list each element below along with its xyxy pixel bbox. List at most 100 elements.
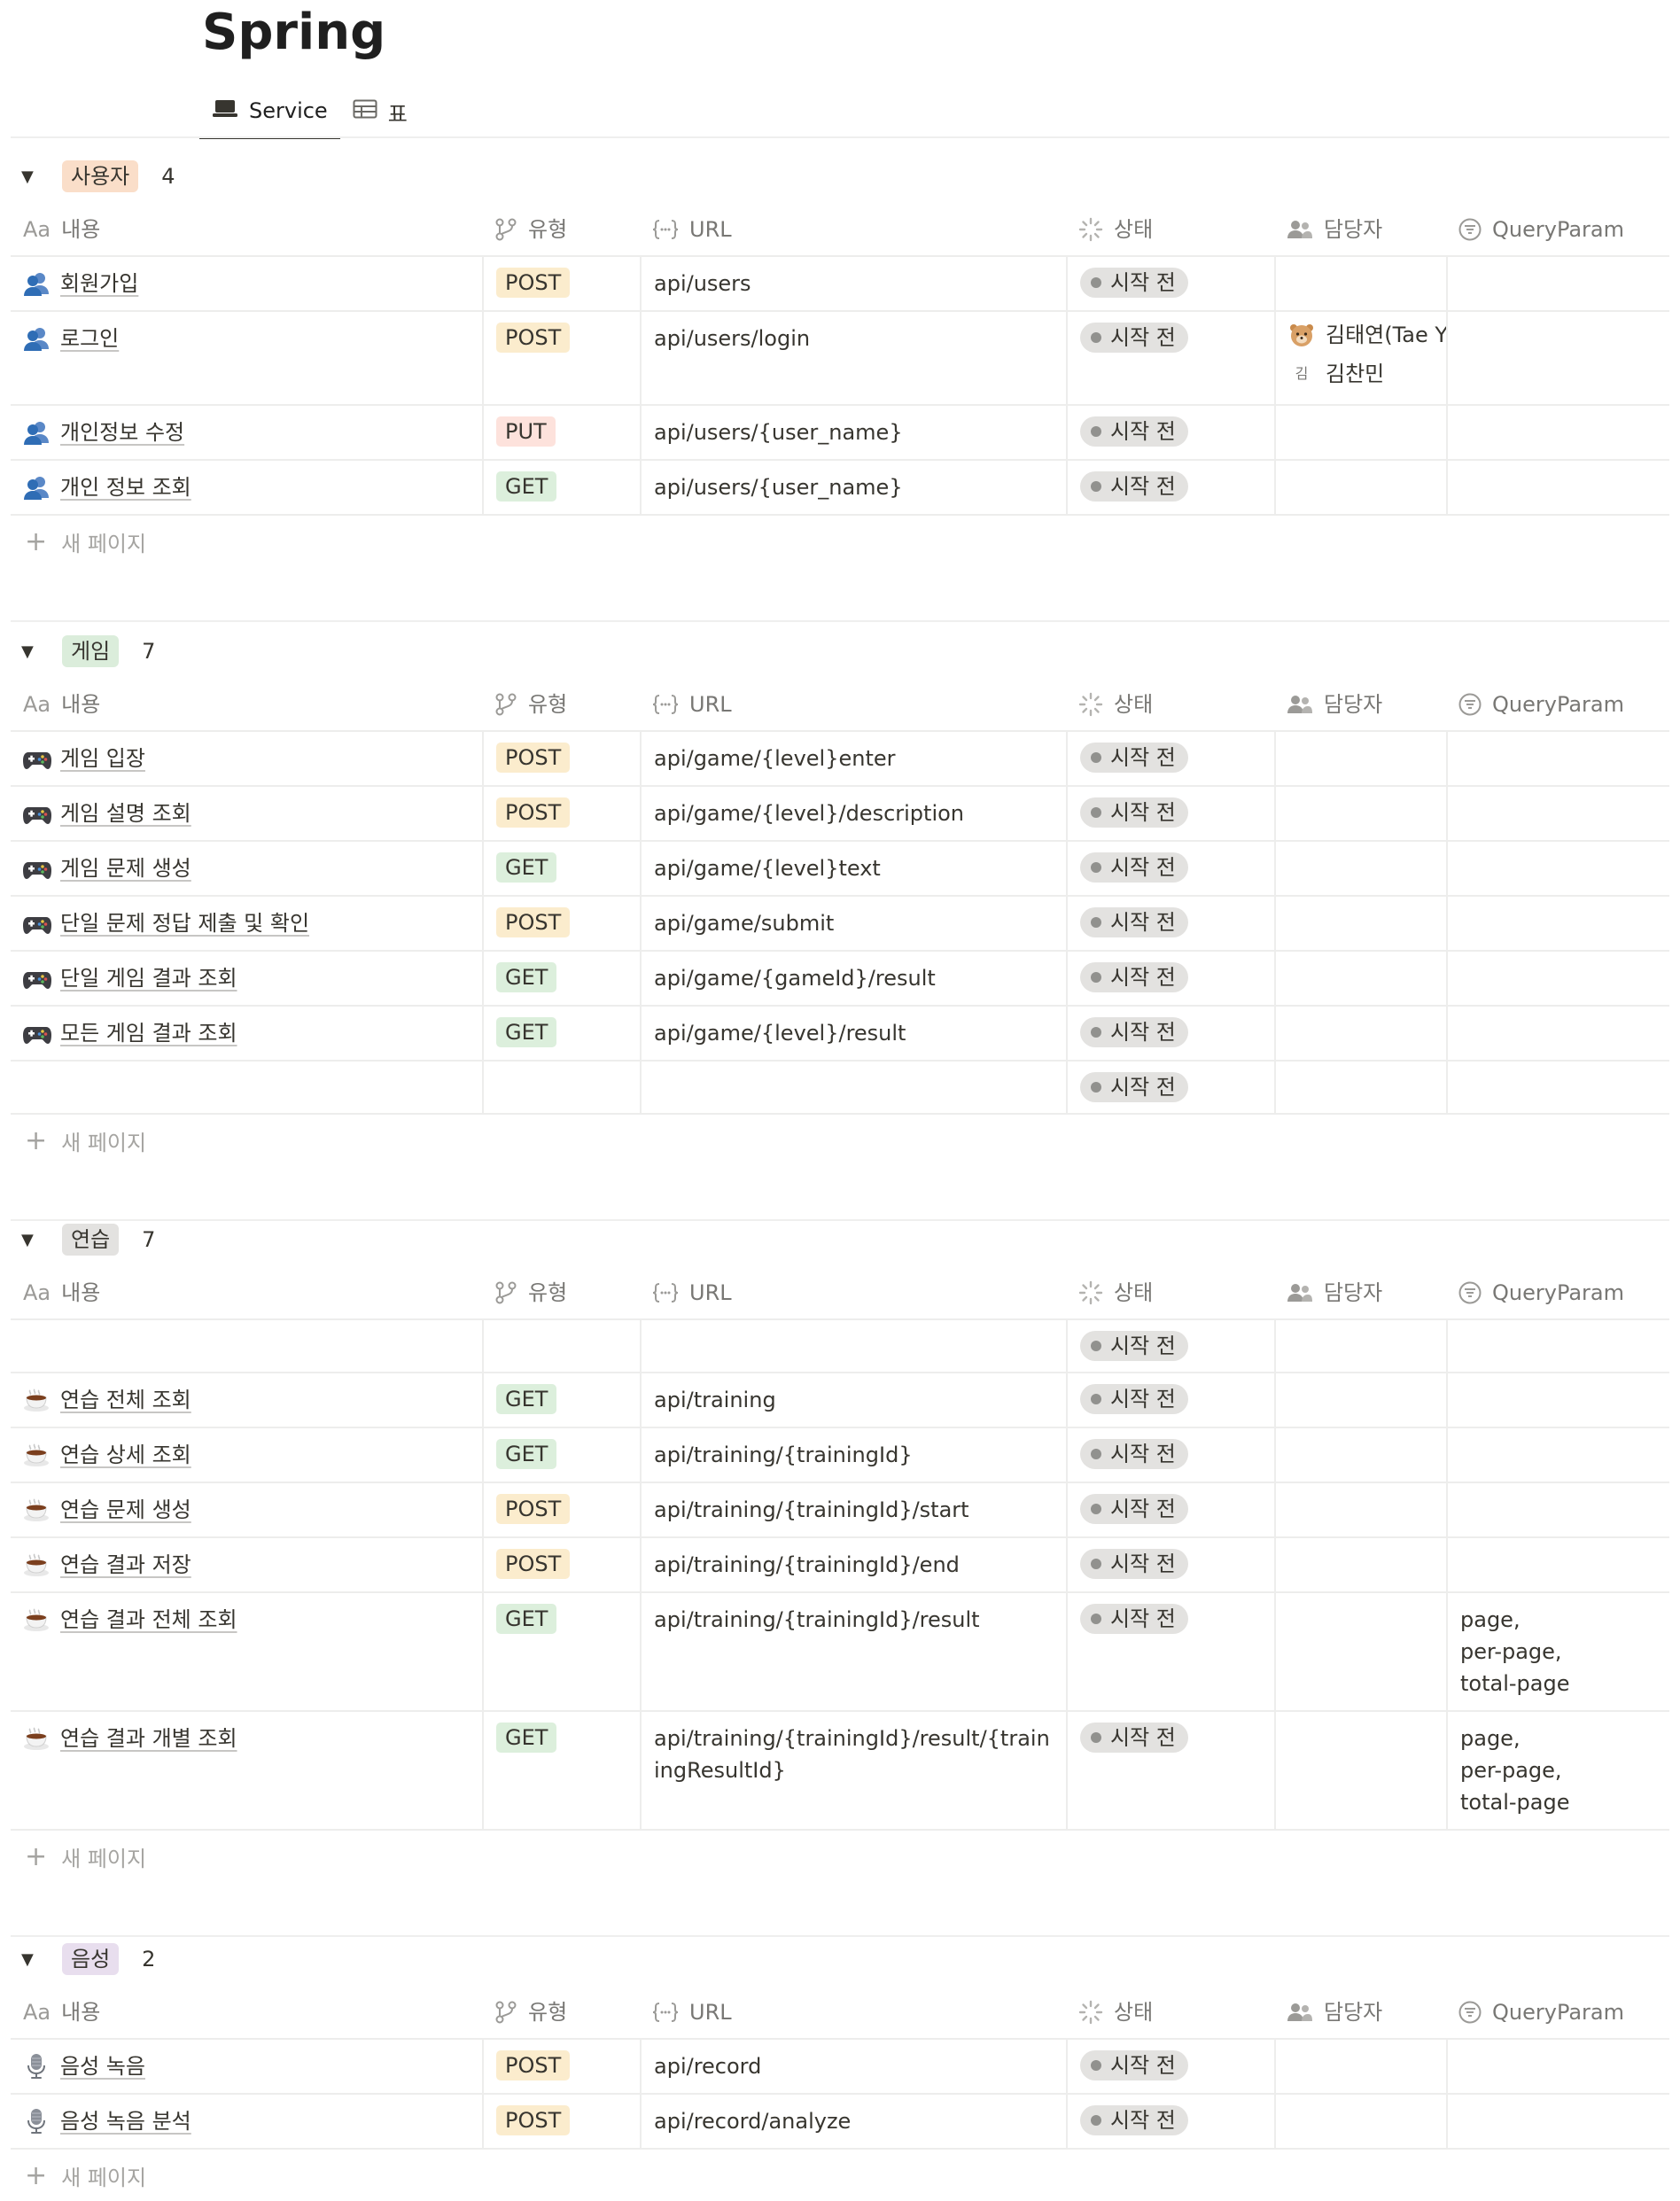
row-title[interactable]: 연습 문제 생성 — [60, 1494, 191, 1526]
cell-assignee[interactable] — [1274, 1007, 1446, 1060]
table-row[interactable]: 모든 게임 결과 조회 GET api/game/{level}/result … — [11, 1007, 1669, 1062]
method-badge[interactable]: POST — [496, 1494, 571, 1524]
cell-url[interactable]: api/game/submit — [640, 897, 1066, 950]
cell-url[interactable]: api/record/analyze — [640, 2095, 1066, 2148]
cell-url[interactable]: api/game/{level}/description — [640, 787, 1066, 840]
cell-assignee[interactable] — [1274, 257, 1446, 310]
column-header-url[interactable]: URL — [640, 204, 1066, 255]
cell-query[interactable] — [1446, 1428, 1669, 1482]
group-header[interactable]: ▼ 사용자 4 — [11, 149, 1669, 204]
assignee[interactable]: 김 김찬민 — [1288, 354, 1385, 393]
cell-status[interactable]: 시작 전 — [1066, 406, 1274, 459]
status-badge[interactable]: 시작 전 — [1080, 1494, 1188, 1524]
cell-name[interactable] — [11, 1320, 482, 1372]
method-badge[interactable]: GET — [496, 852, 557, 883]
table-row[interactable]: 연습 결과 저장 POST api/training/{trainingId}/… — [11, 1538, 1669, 1593]
cell-type[interactable]: POST — [482, 1538, 640, 1591]
cell-assignee[interactable] — [1274, 2040, 1446, 2093]
column-header-assignee[interactable]: 담당자 — [1274, 679, 1446, 730]
caret-down-icon[interactable]: ▼ — [21, 167, 39, 186]
cell-url[interactable]: api/game/{level}text — [640, 842, 1066, 895]
cell-name[interactable]: 게임 입장 — [11, 732, 482, 785]
cell-assignee[interactable] — [1274, 897, 1446, 950]
status-badge[interactable]: 시작 전 — [1080, 2105, 1188, 2135]
row-title[interactable]: 게임 입장 — [60, 743, 145, 774]
status-badge[interactable]: 시작 전 — [1080, 323, 1188, 353]
cell-query[interactable] — [1446, 787, 1669, 840]
row-title[interactable]: 회원가입 — [60, 268, 138, 299]
status-badge[interactable]: 시작 전 — [1080, 852, 1188, 883]
cell-status[interactable]: 시작 전 — [1066, 1007, 1274, 1060]
cell-name[interactable]: 개인 정보 조회 — [11, 461, 482, 514]
table-row[interactable]: 로그인 POST api/users/login 시작 전 김태연(Tae Y김… — [11, 312, 1669, 406]
cell-url[interactable]: api/training/{trainingId} — [640, 1428, 1066, 1482]
cell-type[interactable]: POST — [482, 1483, 640, 1536]
cell-name[interactable]: 단일 문제 정답 제출 및 확인 — [11, 897, 482, 950]
cell-status[interactable]: 시작 전 — [1066, 312, 1274, 404]
status-badge[interactable]: 시작 전 — [1080, 1072, 1188, 1102]
status-badge[interactable]: 시작 전 — [1080, 1549, 1188, 1579]
status-badge[interactable]: 시작 전 — [1080, 743, 1188, 773]
cell-query[interactable] — [1446, 2040, 1669, 2093]
row-title[interactable]: 개인정보 수정 — [60, 416, 184, 448]
column-header-type[interactable]: 유형 — [482, 204, 640, 255]
status-badge[interactable]: 시작 전 — [1080, 962, 1188, 992]
cell-name[interactable]: 개인정보 수정 — [11, 406, 482, 459]
method-badge[interactable]: GET — [496, 471, 557, 502]
status-badge[interactable]: 시작 전 — [1080, 907, 1188, 937]
column-header-type[interactable]: 유형 — [482, 1987, 640, 2038]
column-header-status[interactable]: 상태 — [1066, 204, 1274, 255]
method-badge[interactable]: POST — [496, 743, 571, 773]
group-header[interactable]: ▼ 연습 7 — [11, 1212, 1669, 1267]
cell-url[interactable]: api/game/{gameId}/result — [640, 952, 1066, 1005]
cell-status[interactable]: 시작 전 — [1066, 1593, 1274, 1710]
method-badge[interactable]: POST — [496, 797, 571, 828]
cell-status[interactable]: 시작 전 — [1066, 732, 1274, 785]
method-badge[interactable]: GET — [496, 1017, 557, 1047]
cell-type[interactable]: GET — [482, 1373, 640, 1427]
cell-url[interactable]: api/users/login — [640, 312, 1066, 404]
table-row[interactable]: 연습 문제 생성 POST api/training/{trainingId}/… — [11, 1483, 1669, 1538]
cell-name[interactable]: 연습 결과 전체 조회 — [11, 1593, 482, 1710]
cell-type[interactable] — [482, 1062, 640, 1113]
cell-name[interactable] — [11, 1062, 482, 1113]
table-row[interactable]: 단일 문제 정답 제출 및 확인 POST api/game/submit 시작… — [11, 897, 1669, 952]
cell-status[interactable]: 시작 전 — [1066, 842, 1274, 895]
row-title[interactable]: 연습 결과 개별 조회 — [60, 1723, 237, 1754]
cell-status[interactable]: 시작 전 — [1066, 787, 1274, 840]
table-row[interactable]: 게임 입장 POST api/game/{level}enter 시작 전 — [11, 732, 1669, 787]
table-row[interactable]: 연습 결과 개별 조회 GET api/training/{trainingId… — [11, 1712, 1669, 1831]
cell-assignee[interactable] — [1274, 1712, 1446, 1829]
column-header-name[interactable]: Aa 내용 — [11, 1987, 482, 2038]
cell-status[interactable]: 시작 전 — [1066, 257, 1274, 310]
cell-query[interactable] — [1446, 2095, 1669, 2148]
method-badge[interactable]: POST — [496, 907, 571, 937]
row-title[interactable]: 연습 전체 조회 — [60, 1384, 191, 1416]
cell-type[interactable]: POST — [482, 787, 640, 840]
column-header-status[interactable]: 상태 — [1066, 1267, 1274, 1318]
cell-name[interactable]: 게임 문제 생성 — [11, 842, 482, 895]
method-badge[interactable]: GET — [496, 1604, 557, 1634]
cell-assignee[interactable]: 김태연(Tae Y 김 김찬민 — [1274, 312, 1448, 404]
new-page-button[interactable]: + 새 페이지 — [11, 1831, 1669, 1882]
cell-url[interactable]: api/users — [640, 257, 1066, 310]
assignee[interactable]: 김태연(Tae Y — [1288, 315, 1448, 354]
cell-url[interactable]: api/users/{user_name} — [640, 461, 1066, 514]
cell-assignee[interactable] — [1274, 461, 1446, 514]
cell-assignee[interactable] — [1274, 1428, 1446, 1482]
table-row[interactable]: 단일 게임 결과 조회 GET api/game/{gameId}/result… — [11, 952, 1669, 1007]
cell-url[interactable]: api/training/{trainingId}/end — [640, 1538, 1066, 1591]
cell-type[interactable]: GET — [482, 461, 640, 514]
column-header-type[interactable]: 유형 — [482, 1267, 640, 1318]
new-page-button[interactable]: + 새 페이지 — [11, 516, 1669, 567]
method-badge[interactable]: POST — [496, 323, 571, 353]
status-badge[interactable]: 시작 전 — [1080, 471, 1188, 502]
new-page-button[interactable]: + 새 페이지 — [11, 2150, 1669, 2201]
row-title[interactable]: 로그인 — [60, 323, 119, 354]
row-title[interactable]: 연습 결과 전체 조회 — [60, 1604, 237, 1636]
column-header-assignee[interactable]: 담당자 — [1274, 204, 1446, 255]
cell-query[interactable] — [1446, 897, 1669, 950]
status-badge[interactable]: 시작 전 — [1080, 1384, 1188, 1414]
cell-query[interactable] — [1446, 1483, 1669, 1536]
table-row[interactable]: 개인 정보 조회 GET api/users/{user_name} 시작 전 — [11, 461, 1669, 516]
